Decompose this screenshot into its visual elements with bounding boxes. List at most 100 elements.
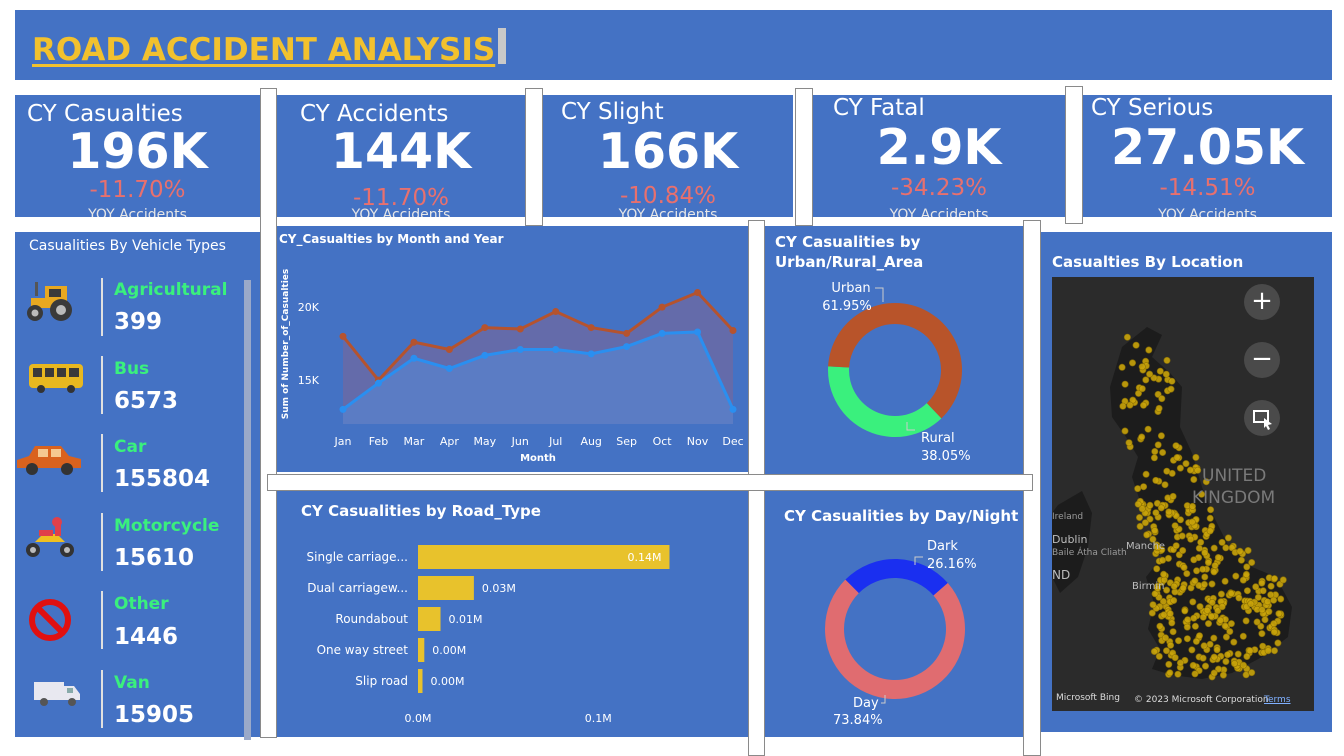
kpi-value: 166K: [597, 123, 739, 180]
data-point: [445, 364, 453, 372]
map-point: [1174, 670, 1182, 678]
map-point: [1189, 598, 1197, 606]
map-point: [1190, 556, 1198, 564]
x-tick-label: Nov: [687, 435, 709, 448]
map-label: Baile Átha Cliath: [1052, 546, 1127, 558]
map-point: [1157, 432, 1165, 440]
data-label: 0.00M: [432, 644, 466, 657]
map-point: [1181, 607, 1189, 615]
map-point: [1193, 567, 1201, 575]
map-point: [1253, 618, 1261, 626]
kpi-change: -10.84%: [620, 183, 716, 209]
vehicle-name: Other: [114, 594, 169, 614]
map-point: [1176, 659, 1184, 667]
map-point: [1166, 610, 1174, 618]
divider: [101, 591, 103, 649]
map-point: [1207, 612, 1215, 620]
map-point: [1136, 514, 1144, 522]
map-point: [1230, 638, 1238, 646]
select-area-button[interactable]: [1244, 400, 1280, 436]
map-point: [1219, 671, 1227, 679]
map-point: [1167, 385, 1175, 393]
map-point: [1199, 613, 1207, 621]
map-point: [1206, 514, 1214, 522]
category-label: One way street: [317, 643, 409, 657]
map-point: [1197, 538, 1205, 546]
map-point: [1155, 404, 1163, 412]
map-point: [1274, 639, 1282, 647]
map-point: [1224, 651, 1232, 659]
map-point: [1146, 501, 1154, 509]
slice-value-label: 38.05%: [921, 449, 971, 464]
kpi-change: -14.51%: [1159, 175, 1256, 201]
data-point: [587, 350, 595, 358]
vehicle-value: 155804: [114, 466, 211, 492]
zoom-in-button[interactable]: +: [1244, 284, 1280, 320]
bar: [418, 638, 425, 662]
map-point: [1159, 556, 1167, 564]
day-night-panel: CY Casualities by Day/Night Dark 26.16% Da…: [765, 491, 1023, 737]
map-point: [1227, 620, 1235, 628]
map-point: [1162, 634, 1170, 642]
data-point: [694, 289, 702, 297]
slice-category-label: Dark: [927, 539, 958, 554]
x-tick-label: Mar: [404, 435, 425, 448]
map-point: [1175, 637, 1183, 645]
map-point: [1242, 570, 1250, 578]
map-point: [1165, 660, 1173, 668]
map-copyright: © 2023 Microsoft Corporation: [1134, 695, 1269, 705]
map-point: [1239, 632, 1247, 640]
data-point: [445, 345, 453, 353]
map-point: [1179, 546, 1187, 554]
scrollbar[interactable]: [244, 280, 251, 740]
map-point: [1151, 527, 1159, 535]
divider: [101, 670, 103, 728]
map-point: [1178, 532, 1186, 540]
slice-value-label: 61.95%: [822, 299, 872, 314]
map-point: [1172, 542, 1180, 550]
separator: [525, 88, 543, 226]
map-point: [1270, 620, 1278, 628]
terms-link[interactable]: Terms: [1264, 695, 1291, 705]
map-point: [1171, 522, 1179, 530]
map-point: [1166, 669, 1174, 677]
map-point: [1234, 650, 1242, 658]
map-point: [1232, 572, 1240, 580]
map-point: [1248, 558, 1256, 566]
data-point: [729, 405, 737, 413]
data-point: [481, 324, 489, 332]
kpi-label: CY Serious: [1091, 95, 1214, 121]
map-point: [1214, 553, 1222, 561]
map-point: [1201, 573, 1209, 581]
map-point: [1237, 556, 1245, 564]
kpi-subtitle: YOY Accidents: [88, 207, 187, 217]
map-point: [1156, 622, 1164, 630]
map-canvas[interactable]: UNITED KINGDOM Ireland Dublin Baile Átha…: [1052, 277, 1314, 711]
x-tick-label: Jan: [334, 435, 352, 448]
urban-rural-panel: CY Casualities by Urban/Rural_Area Urban…: [765, 226, 1023, 474]
map-point: [1145, 346, 1153, 354]
map-point: [1275, 610, 1283, 618]
map-point: [1142, 470, 1150, 478]
uk-map: UNITED KINGDOM Ireland Dublin Baile Átha…: [1052, 327, 1292, 681]
map-point: [1258, 579, 1266, 587]
map-point: [1168, 619, 1176, 627]
y-axis-label: Sum of Number_of_Casualties: [281, 269, 291, 419]
map-point: [1161, 481, 1169, 489]
map-point: [1264, 647, 1272, 655]
map-point: [1202, 662, 1210, 670]
map-point: [1192, 453, 1200, 461]
zoom-out-button[interactable]: −: [1244, 342, 1280, 378]
map-point: [1246, 647, 1254, 655]
map-point: [1183, 623, 1191, 631]
map-point: [1271, 647, 1279, 655]
vehicle-name: Motorcycle: [114, 516, 220, 536]
map-point: [1258, 630, 1266, 638]
map-point: [1271, 575, 1279, 583]
map-point: [1213, 646, 1221, 654]
map-point: [1196, 632, 1204, 640]
kpi-subtitle: YOY Accidents: [1158, 207, 1257, 217]
map-point: [1239, 576, 1247, 584]
map-point: [1199, 654, 1207, 662]
kpi-subtitle: YOY Accidents: [889, 207, 989, 217]
